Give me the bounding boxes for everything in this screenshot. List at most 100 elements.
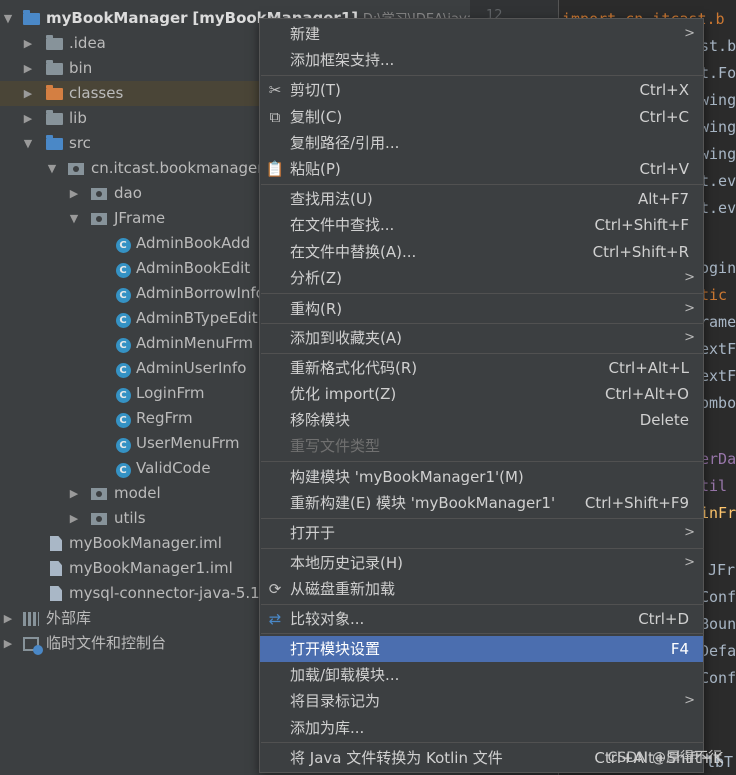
tree-label: RegFrm [136, 409, 193, 427]
menu-separator [261, 75, 704, 76]
chevron-right-icon[interactable]: ▶ [68, 481, 80, 506]
menu-item-analyze[interactable]: 分析(Z) > [260, 265, 703, 291]
chevron-right-icon[interactable]: ▶ [22, 56, 34, 81]
chevron-down-icon[interactable]: ▼ [68, 206, 80, 231]
context-menu: 新建 > 添加框架支持... ✂ 剪切(T) Ctrl+X ⧉ 复制(C) Ct… [259, 18, 723, 773]
shortcut: Ctrl+Shift+F [594, 216, 689, 234]
menu-item-copy[interactable]: ⧉ 复制(C) Ctrl+C [260, 104, 703, 130]
menu-item-refactor[interactable]: 重构(R) > [260, 296, 703, 322]
tree-label: 临时文件和控制台 [46, 634, 167, 652]
menu-item-add-framework-support[interactable]: 添加框架支持... [260, 47, 703, 73]
menu-item-mark-directory-as[interactable]: 将目录标记为 > [260, 688, 703, 714]
menu-item-local-history[interactable]: 本地历史记录(H) > [260, 550, 703, 576]
menu-item-rebuild-module[interactable]: 重新构建(E) 模块 'myBookManager1' Ctrl+Shift+F… [260, 490, 703, 516]
menu-item-optimize-imports[interactable]: 优化 import(Z) Ctrl+Alt+O [260, 381, 703, 407]
submenu-arrow-icon: > [684, 270, 695, 285]
menu-separator [261, 184, 704, 185]
chevron-right-icon[interactable]: ▶ [68, 181, 80, 206]
code-line: Defa [700, 642, 736, 660]
menu-item-replace-in-files[interactable]: 在文件中替换(A)... Ctrl+Shift+R [260, 239, 703, 265]
code-line: wing [700, 145, 736, 163]
java-class-icon: C [114, 456, 132, 481]
menu-item-open-in[interactable]: 打开于 > [260, 520, 703, 546]
menu-item-find-usages[interactable]: 查找用法(U) Alt+F7 [260, 186, 703, 212]
code-line: Conf [700, 669, 736, 687]
chevron-right-icon[interactable]: ▶ [68, 506, 80, 531]
menu-item-add-as-library[interactable]: 添加为库... [260, 715, 703, 741]
menu-separator [261, 323, 704, 324]
tree-label: utils [114, 509, 146, 527]
chevron-right-icon[interactable]: ▶ [2, 631, 14, 656]
menu-separator [261, 548, 704, 549]
reload-icon: ⟳ [268, 580, 282, 598]
tree-label: myBookManager1.iml [69, 559, 233, 577]
chevron-right-icon[interactable]: ▶ [22, 106, 34, 131]
submenu-arrow-icon: > [684, 525, 695, 540]
submenu-arrow-icon: > [684, 693, 695, 708]
menu-item-reload-from-disk[interactable]: ⟳ 从磁盘重新加载 [260, 576, 703, 602]
chevron-down-icon[interactable]: ▼ [2, 6, 14, 31]
tree-label: cn.itcast.bookmanager [91, 159, 264, 177]
submenu-arrow-icon: > [684, 555, 695, 570]
menu-separator [261, 742, 704, 743]
copy-icon: ⧉ [269, 108, 281, 126]
chevron-right-icon[interactable]: ▶ [2, 606, 14, 631]
java-class-icon: C [114, 256, 132, 281]
menu-separator [261, 633, 704, 634]
code-line: st.b [700, 37, 736, 55]
menu-item-cut[interactable]: ✂ 剪切(T) Ctrl+X [260, 77, 703, 103]
shortcut: Ctrl+Shift+R [592, 243, 689, 261]
code-line: t.Fo [700, 64, 736, 82]
tree-label: lib [69, 109, 87, 127]
menu-item-remove-module[interactable]: 移除模块 Delete [260, 407, 703, 433]
code-line: Conf [700, 588, 736, 606]
tree-label: classes [69, 84, 124, 102]
code-line: t.ev [700, 199, 736, 217]
shortcut: Ctrl+V [639, 160, 689, 178]
clipboard-icon: 📋 [265, 160, 285, 178]
menu-item-new[interactable]: 新建 > [260, 21, 703, 47]
shortcut: Ctrl+X [639, 81, 689, 99]
chevron-right-icon[interactable]: ▶ [22, 31, 34, 56]
tree-label: JFrame [114, 209, 166, 227]
package-icon [67, 156, 85, 183]
chevron-down-icon[interactable]: ▼ [22, 131, 34, 156]
menu-separator [261, 293, 704, 294]
menu-item-reformat-code[interactable]: 重新格式化代码(R) Ctrl+Alt+L [260, 355, 703, 381]
chevron-down-icon[interactable]: ▼ [46, 156, 58, 181]
chevron-right-icon[interactable]: ▶ [22, 81, 34, 106]
compare-icon: ⇄ [268, 610, 282, 628]
tree-label: bin [69, 59, 93, 77]
menu-item-build-module[interactable]: 构建模块 'myBookManager1'(M) [260, 464, 703, 490]
java-class-icon: C [114, 356, 132, 381]
code-line: erDa [700, 450, 736, 468]
tree-label: src [69, 134, 91, 152]
menu-item-open-module-settings[interactable]: 打开模块设置 F4 [260, 636, 703, 662]
menu-separator [261, 604, 704, 605]
menu-item-find-in-files[interactable]: 在文件中查找... Ctrl+Shift+F [260, 212, 703, 238]
menu-separator [261, 518, 704, 519]
menu-separator [261, 461, 704, 462]
menu-item-compare-with[interactable]: ⇄ 比较对象... Ctrl+D [260, 606, 703, 632]
shortcut: Delete [639, 411, 689, 429]
scratches-icon [22, 631, 43, 659]
tree-label: AdminBTypeEdit [136, 309, 258, 327]
tree-label: AdminBookAdd [136, 234, 251, 252]
scissors-icon: ✂ [268, 81, 282, 99]
source-folder-icon [45, 131, 63, 158]
file-icon [47, 531, 65, 559]
tree-label: ValidCode [136, 459, 211, 477]
library-icon [22, 606, 40, 634]
menu-item-paste[interactable]: 📋 粘贴(P) Ctrl+V [260, 156, 703, 182]
menu-item-add-to-favorites[interactable]: 添加到收藏夹(A) > [260, 325, 703, 351]
code-line: wing [700, 118, 736, 136]
package-icon [90, 181, 108, 208]
java-class-icon: C [114, 381, 132, 406]
shortcut: Ctrl+D [638, 610, 689, 628]
folder-icon [45, 56, 63, 83]
package-icon [90, 506, 108, 533]
menu-item-load-unload-modules[interactable]: 加载/卸载模块... [260, 662, 703, 688]
menu-item-copy-path[interactable]: 复制路径/引用... [260, 130, 703, 156]
tree-label: AdminBorrowInfo [136, 284, 265, 302]
submenu-arrow-icon: > [684, 301, 695, 316]
